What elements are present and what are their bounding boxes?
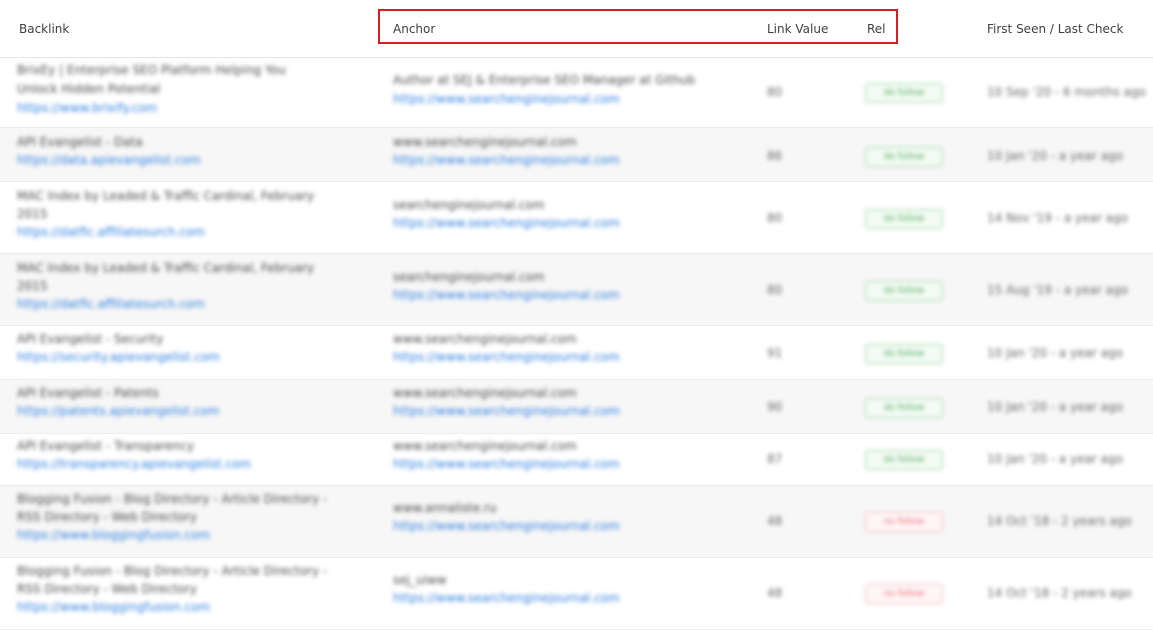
anchor-text: www.searchenginejournal.com [393,439,577,453]
table-row: API Evangelist - Security https://securi… [0,326,1153,380]
rel-badge: do follow [865,450,943,470]
backlink-title-line: MAC Index by Leaded & Traffic Cardinal, … [17,189,315,203]
anchor-text: searchenginejournal.com [393,198,545,212]
first-seen-date: 10 Jan '20 - a year ago [987,452,1123,466]
table-header: Backlink Anchor Link Value Rel First See… [0,0,1153,58]
anchor-url[interactable]: https://www.searchenginejournal.com [393,402,620,421]
backlink-url[interactable]: https://datfic.affiliatesurch.com [17,223,205,242]
backlink-title-line: RSS Directory - Web Directory [17,582,197,596]
backlink-url[interactable]: https://www.brixify.com [17,99,157,118]
backlink-title-line: Blogging Fusion - Blog Directory - Artic… [17,564,328,578]
first-seen-date: 10 Jan '20 - a year ago [987,149,1123,163]
rel-badge: do follow [865,344,943,364]
first-seen-date: 14 Oct '18 - 2 years ago [987,514,1132,528]
link-value: 90 [767,400,783,414]
rel-badge: do follow [865,83,943,103]
rel-badge: no follow [865,512,943,532]
backlink-url[interactable]: https://data.apievangelist.com [17,151,201,170]
anchor-url[interactable]: https://www.searchenginejournal.com [393,348,620,367]
table-row: BrixEy | Enterprise SEO Platform Helping… [0,57,1153,128]
link-value: 48 [767,514,783,528]
backlink-title-line: RSS Directory - Web Directory [17,510,197,524]
anchor-text: www.searchenginejournal.com [393,332,577,346]
anchor-text: www.annaliste.ru [393,501,497,515]
anchor-url[interactable]: https://www.searchenginejournal.com [393,214,620,233]
anchor-text: Author at SEJ & Enterprise SEO Manager a… [393,73,696,87]
anchor-text: searchenginejournal.com [393,270,545,284]
backlink-title-line: API Evangelist - Transparency [17,439,195,453]
anchor-url[interactable]: https://www.searchenginejournal.com [393,286,620,305]
table-row: Blogging Fusion - Blog Directory - Artic… [0,486,1153,558]
rel-badge: no follow [865,584,943,604]
backlink-url[interactable]: https://security.apievangelist.com [17,348,220,367]
first-seen-date: 10 Jan '20 - a year ago [987,346,1123,360]
column-header-backlink[interactable]: Backlink [19,22,69,36]
table-row: MAC Index by Leaded & Traffic Cardinal, … [0,182,1153,254]
first-seen-date: 10 Sep '20 - 6 months ago [987,85,1146,99]
anchor-url[interactable]: https://www.searchenginejournal.com [393,589,620,608]
table-row: API Evangelist - Transparency https://tr… [0,434,1153,486]
highlight-box [378,9,898,44]
backlink-url[interactable]: https://patents.apievangelist.com [17,402,219,421]
backlink-title-line: 2015 [17,207,48,221]
link-value: 48 [767,586,783,600]
anchor-text: www.searchenginejournal.com [393,386,577,400]
anchor-url[interactable]: https://www.searchenginejournal.com [393,517,620,536]
table-row: Blogging Fusion - Blog Directory - Artic… [0,558,1153,630]
backlink-url[interactable]: https://datfic.affiliatesurch.com [17,295,205,314]
link-value: 86 [767,149,783,163]
anchor-url[interactable]: https://www.searchenginejournal.com [393,455,620,474]
first-seen-date: 14 Nov '19 - a year ago [987,211,1128,225]
link-value: 80 [767,211,783,225]
backlink-title-line: BrixEy | Enterprise SEO Platform Helping… [17,63,286,77]
backlink-title-line: 2015 [17,279,48,293]
column-header-first-seen[interactable]: First Seen / Last Check [987,22,1123,36]
backlink-title-line: API Evangelist - Data [17,135,143,149]
rel-badge: do follow [865,209,943,229]
anchor-text: sej_uiww [393,573,447,587]
backlink-url[interactable]: https://www.bloggingfusion.com [17,526,210,545]
rel-badge: do follow [865,398,943,418]
backlinks-table: Backlink Anchor Link Value Rel First See… [0,0,1153,631]
first-seen-date: 10 Jan '20 - a year ago [987,400,1123,414]
table-row: MAC Index by Leaded & Traffic Cardinal, … [0,254,1153,326]
rel-badge: do follow [865,147,943,167]
link-value: 80 [767,85,783,99]
backlink-url[interactable]: https://transparency.apievangelist.com [17,455,251,474]
link-value: 80 [767,283,783,297]
backlink-title-line: Unlock Hidden Potential [17,82,161,96]
backlink-title-line: API Evangelist - Patents [17,386,159,400]
link-value: 91 [767,346,783,360]
table-row: API Evangelist - Patents https://patents… [0,380,1153,434]
anchor-url[interactable]: https://www.searchenginejournal.com [393,151,620,170]
rel-badge: do follow [865,281,943,301]
link-value: 87 [767,452,783,466]
table-row: API Evangelist - Data https://data.apiev… [0,128,1153,182]
anchor-url[interactable]: https://www.searchenginejournal.com [393,90,620,109]
backlink-title-line: MAC Index by Leaded & Traffic Cardinal, … [17,261,315,275]
backlink-title-line: Blogging Fusion - Blog Directory - Artic… [17,492,328,506]
backlink-title-line: API Evangelist - Security [17,332,164,346]
backlink-url[interactable]: https://www.bloggingfusion.com [17,598,210,617]
anchor-text: www.searchenginejournal.com [393,135,577,149]
first-seen-date: 15 Aug '19 - a year ago [987,283,1128,297]
first-seen-date: 14 Oct '18 - 2 years ago [987,586,1132,600]
